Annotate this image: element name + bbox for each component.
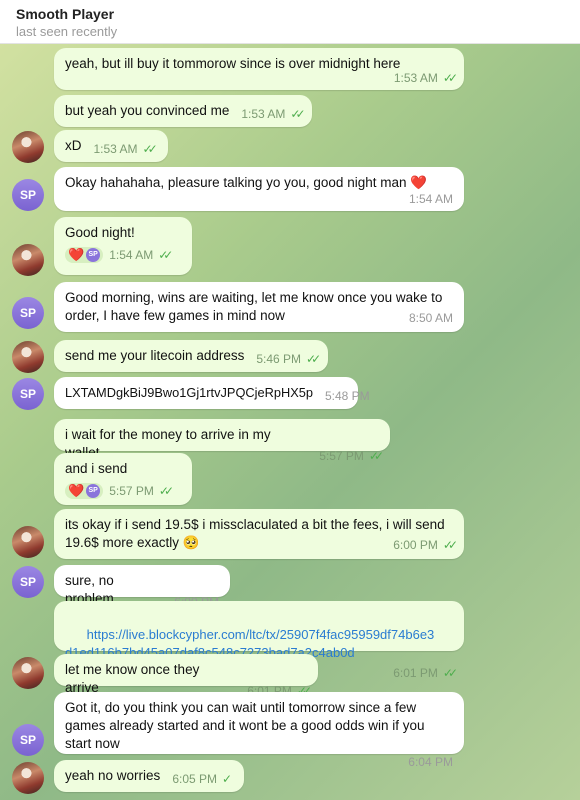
contact-avatar[interactable]: SP xyxy=(12,566,44,598)
message-bubble[interactable]: LXTAMDgkBiJ9Bwo1Gj1rtvJPQCjeRpHX5p 5:48 … xyxy=(54,377,370,409)
message-time: 5:46 PM xyxy=(256,352,302,366)
single-check-icon: ✓ xyxy=(222,772,232,786)
message-meta: 6:00 PM ✓✓ xyxy=(65,536,458,554)
message-bubble[interactable]: but yeah you convinced me 1:53 AM ✓✓ xyxy=(54,95,312,127)
message-time: 5:57 PM xyxy=(319,449,364,463)
user-avatar[interactable] xyxy=(12,762,44,794)
message-text: but yeah you convinced me xyxy=(65,103,230,118)
message-bubble[interactable]: and i send ❤️ SP 5:57 PM ✓✓ xyxy=(54,453,192,505)
user-avatar[interactable] xyxy=(12,657,44,689)
message-bubble[interactable]: Good morning, wins are waiting, let me k… xyxy=(54,282,464,332)
double-check-icon: ✓✓ xyxy=(442,666,458,680)
message-time: 6:01 PM xyxy=(393,666,438,680)
double-check-icon: ✓✓ xyxy=(290,107,305,121)
message-bubble[interactable]: Good night! ❤️ SP 1:54 AM ✓✓ xyxy=(54,217,192,275)
message-meta: 1:53 AM ✓✓ xyxy=(65,69,458,87)
heart-reaction-icon: ❤️ xyxy=(68,483,85,498)
message-bubble[interactable]: https://live.blockcypher.com/ltc/tx/2590… xyxy=(54,601,464,680)
message-time: 5:57 PM xyxy=(109,484,154,498)
message-meta: 6:05 PM ✓ xyxy=(172,770,232,788)
message-text: and i send xyxy=(65,461,128,476)
reactor-avatar: SP xyxy=(86,484,101,498)
message-bubble[interactable]: Okay hahahaha, pleasure talking yo you, … xyxy=(54,167,464,211)
heart-reaction-icon: ❤️ xyxy=(68,247,85,262)
message-bubble[interactable]: yeah, but ill buy it tommorow since is o… xyxy=(54,48,464,90)
message-text: LXTAMDgkBiJ9Bwo1Gj1rtvJPQCjeRpHX5p xyxy=(65,385,313,400)
message-meta: 1:53 AM ✓✓ xyxy=(241,105,305,123)
message-meta: ❤️ SP 5:57 PM ✓✓ xyxy=(65,482,181,500)
message-time: 6:00 PM xyxy=(393,538,438,552)
message-time: 1:53 AM xyxy=(393,71,438,85)
message-meta: 1:54 AM xyxy=(65,190,453,208)
message-bubble[interactable]: its okay if i send 19.5$ i missclaculate… xyxy=(54,509,464,559)
user-avatar[interactable] xyxy=(12,244,44,276)
message-text: xD xyxy=(65,138,82,153)
message-text: send me your litecoin address xyxy=(65,348,245,363)
double-check-icon: ✓✓ xyxy=(158,248,173,262)
message-meta: 5:46 PM ✓✓ xyxy=(256,350,321,368)
last-seen-status: last seen recently xyxy=(16,24,118,39)
reaction-badge[interactable]: ❤️ SP xyxy=(65,483,104,499)
message-time: 6:05 PM xyxy=(172,772,218,786)
double-check-icon: ✓✓ xyxy=(442,538,458,552)
message-time: 6:04 PM xyxy=(408,755,453,769)
user-avatar[interactable] xyxy=(12,131,44,163)
reactor-avatar: SP xyxy=(86,248,101,262)
contact-avatar[interactable]: SP xyxy=(12,179,44,211)
message-text: yeah no worries xyxy=(65,768,161,783)
reaction-badge[interactable]: ❤️ SP xyxy=(65,247,104,263)
message-bubble[interactable]: let me know once they arrive 6:01 PM ✓✓ xyxy=(54,654,318,698)
message-feed[interactable]: yeah, but ill buy it tommorow since is o… xyxy=(0,44,580,800)
message-bubble[interactable]: i wait for the money to arrive in my wal… xyxy=(54,419,390,463)
message-meta: 5:48 PM xyxy=(325,387,370,405)
double-check-icon: ✓✓ xyxy=(142,142,158,156)
message-meta: 1:53 AM ✓✓ xyxy=(93,140,158,158)
message-time: 1:54 AM xyxy=(408,192,453,206)
message-time: 8:50 AM xyxy=(408,311,453,325)
contact-avatar[interactable]: SP xyxy=(12,378,44,410)
message-time: 1:54 AM xyxy=(109,248,154,262)
contact-avatar[interactable]: SP xyxy=(12,297,44,329)
message-bubble[interactable]: sure, no problem 6:00 PM xyxy=(54,565,230,609)
message-text: Got it, do you think you can wait until … xyxy=(65,700,429,751)
message-text: Good night! xyxy=(65,225,135,240)
message-meta: 8:50 AM xyxy=(65,309,453,327)
double-check-icon: ✓✓ xyxy=(368,449,384,463)
message-time: 1:53 AM xyxy=(93,142,138,156)
message-meta: ❤️ SP 1:54 AM ✓✓ xyxy=(65,246,181,264)
message-bubble[interactable]: xD 1:53 AM ✓✓ xyxy=(54,130,168,162)
message-bubble[interactable]: yeah no worries 6:05 PM ✓ xyxy=(54,760,244,792)
double-check-icon: ✓✓ xyxy=(306,352,321,366)
chat-header[interactable]: Smooth Player last seen recently xyxy=(0,0,580,44)
message-bubble[interactable]: send me your litecoin address 5:46 PM ✓✓ xyxy=(54,340,328,372)
double-check-icon: ✓✓ xyxy=(442,71,458,85)
message-bubble[interactable]: Got it, do you think you can wait until … xyxy=(54,692,464,769)
contact-name[interactable]: Smooth Player xyxy=(16,5,564,23)
message-time: 5:48 PM xyxy=(324,389,370,403)
user-avatar[interactable] xyxy=(12,526,44,558)
user-avatar[interactable] xyxy=(12,341,44,373)
message-time: 1:53 AM xyxy=(241,107,286,121)
double-check-icon: ✓✓ xyxy=(158,484,174,498)
contact-avatar[interactable]: SP xyxy=(12,724,44,756)
message-meta: 5:57 PM ✓✓ xyxy=(319,447,384,465)
